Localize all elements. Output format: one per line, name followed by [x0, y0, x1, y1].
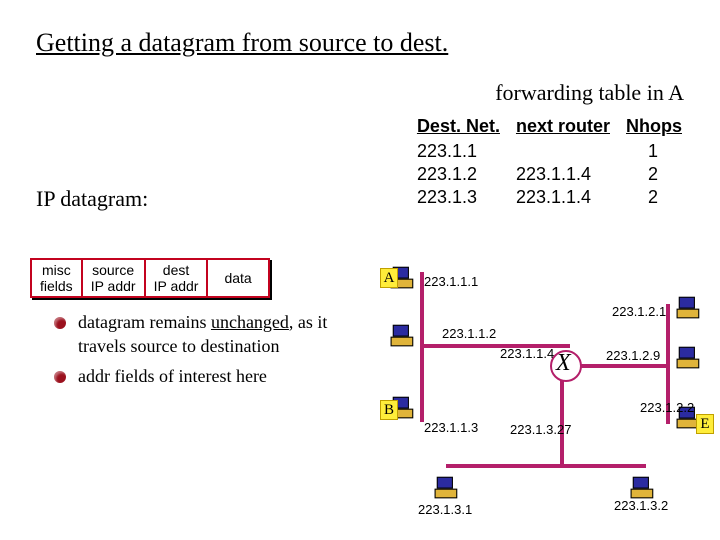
- network-diagram: X A B E 223.1.1.1 223.1.1.2 223.1.1.3 22…: [380, 254, 710, 524]
- packet-diagram: miscfields sourceIP addr destIP addr dat…: [30, 258, 270, 298]
- ip-label: 223.1.3.27: [510, 422, 571, 437]
- node-label-b: B: [380, 400, 398, 420]
- forwarding-table: Dest. Net. next router Nhops 223.1.1 1 2…: [413, 112, 696, 210]
- list-item: addr fields of interest here: [54, 364, 364, 388]
- ip-label: 223.1.3.1: [418, 502, 472, 517]
- packet-field-dest: destIP addr: [146, 258, 209, 298]
- host-icon: [676, 344, 702, 370]
- ip-label: 223.1.1.1: [424, 274, 478, 289]
- table-row: 223.1.3 223.1.1.4 2: [415, 187, 694, 208]
- packet-field-misc: miscfields: [30, 258, 83, 298]
- table-row: 223.1.1 1: [415, 141, 694, 162]
- node-label-a: A: [380, 268, 398, 288]
- packet-field-data: data: [208, 258, 269, 298]
- ip-label: 223.1.1.4: [500, 346, 554, 361]
- ip-label: 223.1.2.2: [640, 400, 694, 415]
- packet-field-src: sourceIP addr: [83, 258, 146, 298]
- host-icon: [434, 474, 460, 500]
- fwd-col-next: next router: [514, 114, 622, 139]
- bullet-list: datagram remains unchanged, as it travel…: [54, 310, 364, 394]
- ip-label: 223.1.1.3: [424, 420, 478, 435]
- host-icon: [676, 294, 702, 320]
- ip-label: 223.1.1.2: [442, 326, 496, 341]
- link: [570, 364, 670, 368]
- fwd-col-nhops: Nhops: [624, 114, 694, 139]
- node-label-e: E: [696, 414, 714, 434]
- router-label: X: [556, 350, 571, 377]
- ip-label: 223.1.2.9: [606, 348, 660, 363]
- fwd-col-dest: Dest. Net.: [415, 114, 512, 139]
- ip-label: 223.1.2.1: [612, 304, 666, 319]
- list-item: datagram remains unchanged, as it travel…: [54, 310, 364, 358]
- host-icon: [390, 322, 416, 348]
- forwarding-subtitle: forwarding table in A: [495, 80, 684, 106]
- ip-label: 223.1.3.2: [614, 498, 668, 513]
- link: [446, 464, 646, 468]
- table-row: 223.1.2 223.1.1.4 2: [415, 164, 694, 185]
- page-title: Getting a datagram from source to dest.: [0, 0, 720, 68]
- ip-datagram-heading: IP datagram:: [36, 186, 148, 212]
- host-icon: [630, 474, 656, 500]
